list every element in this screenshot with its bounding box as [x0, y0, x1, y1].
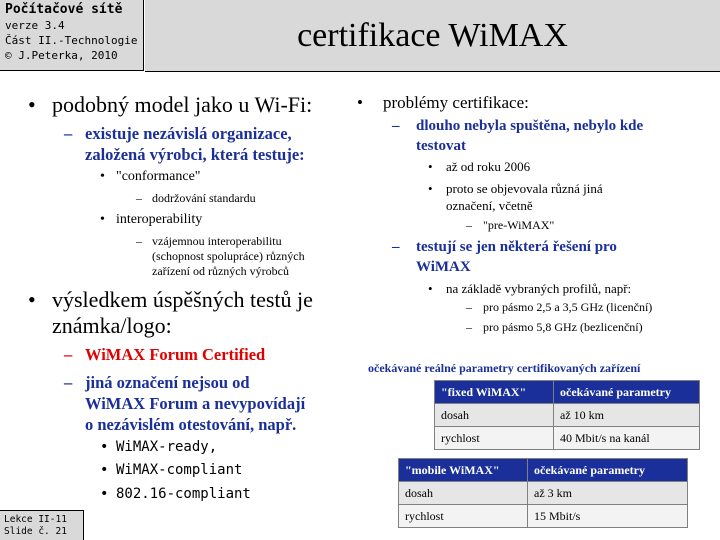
table-row: dosah až 10 km [434, 403, 700, 427]
dash-symbol: – [466, 320, 472, 334]
left-item-conformance-desc: dodržování standardu [152, 191, 256, 205]
lesson-label: Lekce II-11 [4, 514, 67, 525]
slide-number: Slide č. 21 [4, 526, 67, 537]
dot-symbol: • [100, 169, 105, 184]
dot-symbol: • [428, 281, 433, 296]
dot-symbol: • [100, 212, 105, 227]
bullet-symbol: • [28, 287, 36, 312]
right-item-band-unlicensed: pro pásmo 5,8 GHz (bezlicenční) [483, 320, 643, 334]
left-item-ready: WiMAX-ready, [116, 439, 218, 455]
table-cell: 15 Mbit/s [527, 504, 688, 528]
table-cell: dosah [398, 481, 528, 505]
table-caption: očekávané reálné parametry certifikovaný… [368, 361, 641, 375]
bullet-symbol: • [28, 92, 36, 117]
version-label: verze 3.4 [5, 19, 65, 32]
table-cell: až 3 km [527, 481, 688, 505]
dot-symbol: • [100, 486, 109, 502]
right-item-2006: až od roku 2006 [446, 159, 531, 174]
table-row: dosah až 3 km [398, 481, 688, 505]
dash-symbol: – [466, 218, 472, 232]
dot-symbol: • [100, 462, 109, 478]
right-item-other-names-b: označení, včetně [446, 198, 533, 213]
dash-symbol: – [64, 373, 73, 392]
left-sub-organization-b: založená výrobci, která testuje: [85, 145, 305, 164]
table-row: rychlost 15 Mbit/s [398, 504, 688, 528]
table-header-cell: "fixed WiMAX" [434, 380, 554, 404]
right-sub-late-b: testovat [416, 138, 466, 154]
right-sub-tested-b: WiMAX [416, 259, 471, 275]
left-item-conformance: "conformance" [116, 169, 201, 184]
left-sub-other-c: o nezávislém otestování, např. [85, 415, 297, 434]
bullet-symbol: • [357, 93, 363, 112]
table-cell: rychlost [398, 504, 528, 528]
left-item-interop-desc-b: (schopnost spolupráce) různých [152, 249, 305, 263]
right-item-pre-wimax: "pre-WiMAX" [483, 218, 555, 232]
table-cell: dosah [434, 403, 554, 427]
table-header-row: "mobile WiMAX" očekávané parametry [398, 458, 688, 482]
dash-symbol: – [64, 124, 73, 143]
table-row: rychlost 40 Mbit/s na kanál [434, 426, 700, 450]
table-cell: až 10 km [553, 403, 700, 427]
right-sub-tested-a: testují se jen některá řešení pro [416, 239, 617, 255]
table-header-cell: "mobile WiMAX" [398, 458, 528, 482]
fixed-wimax-table: "fixed WiMAX" očekávané parametry dosah … [434, 380, 700, 450]
right-bullet-problems: problémy certifikace: [383, 93, 529, 112]
table-header-cell: očekávané parametry [553, 380, 700, 404]
right-item-other-names-a: proto se objevovala různá jiná [446, 181, 603, 196]
left-sub-organization-a: existuje nezávislá organizace, [85, 124, 292, 143]
dash-symbol: – [136, 234, 142, 248]
left-sub-other-b: WiMAX Forum a nevypovídají [85, 394, 306, 413]
dot-symbol: • [100, 439, 109, 455]
dash-symbol: – [392, 118, 400, 134]
dash-symbol: – [466, 300, 472, 314]
slide-info-box: Lekce II-11 Slide č. 21 [0, 510, 84, 540]
left-bullet-result-a: výsledkem úspěšných testů je [52, 287, 313, 312]
author-label: © J.Peterka, 2010 [5, 49, 118, 62]
left-item-interoperability: interoperability [116, 212, 203, 227]
course-info-box: Počítačové sítě verze 3.4 Část II.-Techn… [0, 0, 144, 71]
left-bullet-result-b: známka/logo: [52, 313, 172, 338]
part-label: Část II.-Technologie [5, 34, 138, 47]
left-item-interop-desc-a: vzájemnou interoperabilitu [152, 234, 282, 248]
left-bullet-model: podobný model jako u Wi-Fi: [52, 92, 313, 117]
dash-symbol: – [64, 345, 73, 364]
right-item-band-licensed: pro pásmo 2,5 a 3,5 GHz (licenční) [483, 300, 653, 314]
table-header-cell: očekávané parametry [527, 458, 688, 482]
table-header-row: "fixed WiMAX" očekávané parametry [434, 380, 700, 404]
table-cell: rychlost [434, 426, 554, 450]
dot-symbol: • [428, 181, 433, 196]
mobile-wimax-table: "mobile WiMAX" očekávané parametry dosah… [398, 458, 688, 528]
right-item-profiles: na základě vybraných profilů, např: [446, 281, 632, 296]
left-sub-certified: WiMAX Forum Certified [85, 345, 266, 364]
dash-symbol: – [136, 191, 142, 205]
right-sub-late-a: dlouho nebyla spuštěna, nebylo kde [416, 118, 644, 134]
dash-symbol: – [392, 239, 400, 255]
course-name: Počítačové sítě [5, 2, 123, 17]
left-item-compliant: WiMAX-compliant [116, 462, 243, 478]
slide-title: certifikace WiMAX [297, 17, 568, 54]
table-cell: 40 Mbit/s na kanál [553, 426, 700, 450]
left-sub-other-a: jiná označení nejsou od [85, 373, 250, 392]
left-item-interop-desc-c: zařízení od různých výrobců [152, 264, 289, 278]
left-item-802-compliant: 802.16-compliant [116, 486, 251, 502]
dot-symbol: • [428, 159, 433, 174]
